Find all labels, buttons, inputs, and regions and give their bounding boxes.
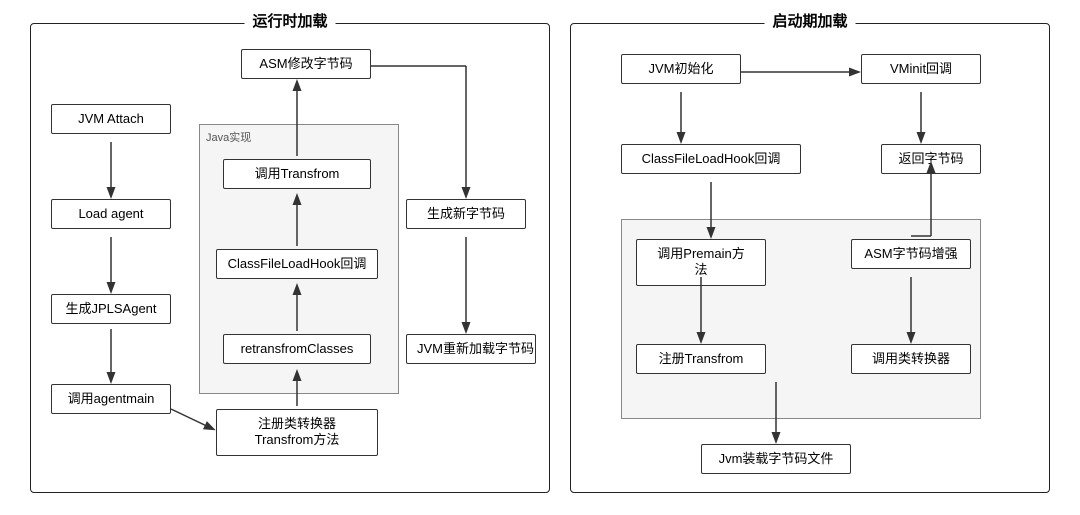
return-bytecode-box: 返回字节码 <box>881 144 981 175</box>
gen-jpls-box: 生成JPLSAgent <box>51 294 171 325</box>
asm-modify-box: ASM修改字节码 <box>241 49 371 80</box>
gen-new-bytecode-box: 生成新字节码 <box>406 199 526 230</box>
register-transfrom-box: 注册Transfrom <box>636 344 766 375</box>
classfileloadhook-right-box: ClassFileLoadHook回调 <box>621 144 801 175</box>
right-panel: 启动期加载 JVM初始化 VMinit回调 ClassFileLoadHook回… <box>570 23 1050 493</box>
java-impl-label: Java实现 <box>206 129 251 145</box>
call-premain-box: 调用Premain方法 <box>636 239 766 287</box>
call-agentmain-box: 调用agentmain <box>51 384 171 415</box>
classfileloadhook-left-box: ClassFileLoadHook回调 <box>216 249 378 280</box>
call-transformer-box: 调用类转换器 <box>851 344 971 375</box>
jvm-init-box: JVM初始化 <box>621 54 741 85</box>
vminit-box: VMinit回调 <box>861 54 981 85</box>
register-transformer-box: 注册类转换器Transfrom方法 <box>216 409 378 457</box>
jvm-reload-box: JVM重新加载字节码 <box>406 334 536 365</box>
right-panel-title: 启动期加载 <box>764 10 855 31</box>
asm-enhance-box: ASM字节码增强 <box>851 239 971 270</box>
left-panel-title: 运行时加载 <box>244 10 335 31</box>
load-agent-box: Load agent <box>51 199 171 230</box>
left-panel: 运行时加载 Java实现 JVM Attach Load agent 生成JPL… <box>30 23 550 493</box>
jvm-load-box: Jvm装载字节码文件 <box>701 444 851 475</box>
call-transfrom-box: 调用Transfrom <box>223 159 371 190</box>
jvm-attach-box: JVM Attach <box>51 104 171 135</box>
retransfrom-box: retransfromClasses <box>223 334 371 365</box>
